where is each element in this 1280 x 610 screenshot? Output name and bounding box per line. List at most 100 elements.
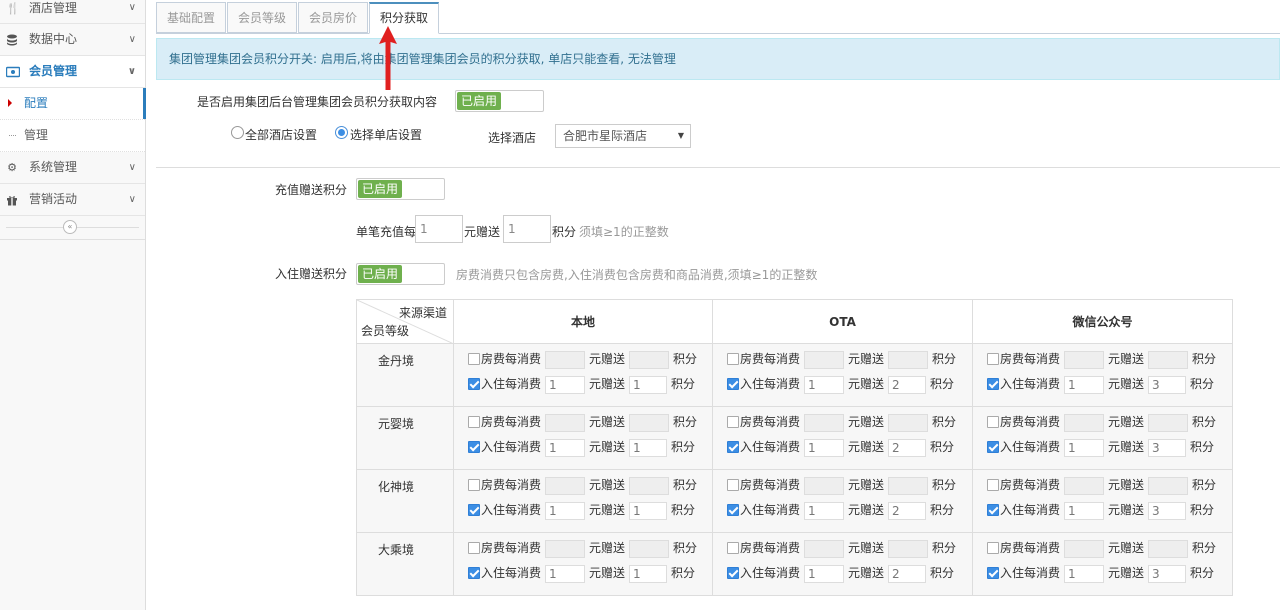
stay-fee-points-input[interactable]: 1: [629, 501, 668, 520]
stay-fee-checkbox[interactable]: [468, 503, 480, 516]
room-fee-checkbox[interactable]: [727, 415, 739, 428]
room-fee-label: 房费每消费: [481, 352, 542, 366]
tab-member-levels[interactable]: 会员等级: [227, 2, 298, 33]
room-fee-amount-input[interactable]: [545, 350, 586, 369]
mid-label: 元赠送: [1108, 440, 1145, 454]
stay-fee-points-input[interactable]: 2: [888, 438, 927, 457]
room-fee-checkbox[interactable]: [468, 541, 480, 554]
sidebar-item-marketing[interactable]: 营销活动 ∨: [0, 184, 145, 216]
stay-fee-points-input[interactable]: 3: [1148, 501, 1187, 520]
room-fee-amount-input[interactable]: [1064, 476, 1105, 495]
channel-cell-ota: 房费每消费 元赠送 积分 入住每消费 1 元赠送 2 积分: [713, 344, 972, 406]
tab-member-room-rates[interactable]: 会员房价: [298, 2, 369, 33]
room-fee-points-input[interactable]: [888, 350, 929, 369]
radio-single-hotel[interactable]: [335, 126, 348, 139]
stay-fee-amount-input[interactable]: 1: [1064, 564, 1105, 583]
stay-fee-points-input[interactable]: 3: [1148, 375, 1187, 394]
sidebar-subitem-manage[interactable]: 管理: [0, 120, 145, 152]
stay-fee-checkbox[interactable]: [468, 377, 480, 390]
stay-fee-checkbox[interactable]: [987, 440, 999, 453]
room-fee-checkbox[interactable]: [987, 352, 999, 365]
stay-fee-points-input[interactable]: 2: [888, 375, 927, 394]
recharge-toggle[interactable]: 已启用: [356, 178, 445, 200]
stay-fee-checkbox[interactable]: [987, 566, 999, 579]
room-fee-amount-input[interactable]: [545, 476, 586, 495]
recharge-points-input[interactable]: 1: [503, 215, 551, 243]
stay-fee-amount-input[interactable]: 1: [804, 375, 845, 394]
sidebar-item-data-center[interactable]: 数据中心 ∨: [0, 24, 145, 56]
stay-fee-amount-input[interactable]: 1: [804, 501, 845, 520]
double-chevron-left-icon[interactable]: «: [63, 220, 77, 234]
stay-fee-label: 入住每消费: [1000, 377, 1061, 391]
room-fee-label: 房费每消费: [481, 415, 542, 429]
stay-fee-points-input[interactable]: 1: [629, 438, 668, 457]
room-fee-amount-input[interactable]: [545, 539, 586, 558]
room-fee-checkbox[interactable]: [987, 541, 999, 554]
hotel-select[interactable]: 合肥市星际酒店 ▼: [555, 124, 691, 148]
stay-fee-checkbox[interactable]: [987, 503, 999, 516]
room-fee-checkbox[interactable]: [727, 352, 739, 365]
room-fee-amount-input[interactable]: [804, 350, 845, 369]
stay-fee-points-input[interactable]: 1: [629, 564, 668, 583]
room-fee-amount-input[interactable]: [1064, 350, 1105, 369]
radio-single-hotel-label[interactable]: 选择单店设置: [350, 126, 422, 143]
room-fee-checkbox[interactable]: [468, 478, 480, 491]
stay-fee-amount-input[interactable]: 1: [545, 501, 586, 520]
room-fee-amount-input[interactable]: [804, 413, 845, 432]
room-fee-checkbox[interactable]: [468, 415, 480, 428]
stay-fee-amount-input[interactable]: 1: [545, 438, 586, 457]
room-fee-amount-input[interactable]: [1064, 413, 1105, 432]
room-fee-points-input[interactable]: [1148, 539, 1189, 558]
room-fee-points-input[interactable]: [1148, 350, 1189, 369]
room-fee-checkbox[interactable]: [727, 541, 739, 554]
room-fee-amount-input[interactable]: [804, 539, 845, 558]
room-fee-points-input[interactable]: [1148, 413, 1189, 432]
stay-fee-points-input[interactable]: 2: [888, 501, 927, 520]
stay-fee-points-input[interactable]: 2: [888, 564, 927, 583]
room-fee-amount-input[interactable]: [545, 413, 586, 432]
stay-fee-points-input[interactable]: 3: [1148, 564, 1187, 583]
stay-fee-checkbox[interactable]: [727, 440, 739, 453]
stay-fee-amount-input[interactable]: 1: [1064, 438, 1105, 457]
room-fee-points-input[interactable]: [888, 413, 929, 432]
room-fee-amount-input[interactable]: [1064, 539, 1105, 558]
stay-fee-points-input[interactable]: 3: [1148, 438, 1187, 457]
stay-toggle[interactable]: 已启用: [356, 263, 445, 285]
stay-fee-checkbox[interactable]: [727, 566, 739, 579]
mid-label: 元赠送: [589, 541, 626, 555]
stay-fee-amount-input[interactable]: 1: [1064, 375, 1105, 394]
room-fee-checkbox[interactable]: [987, 478, 999, 491]
stay-fee-checkbox[interactable]: [468, 566, 480, 579]
stay-fee-amount-input[interactable]: 1: [545, 375, 586, 394]
room-fee-points-input[interactable]: [888, 539, 929, 558]
room-fee-points-input[interactable]: [629, 476, 670, 495]
sidebar-subitem-config[interactable]: 配置: [0, 88, 146, 120]
room-fee-points-input[interactable]: [629, 539, 670, 558]
sidebar-item-hotel-management[interactable]: 🍴 酒店管理 ∨: [0, 0, 145, 24]
room-fee-points-input[interactable]: [629, 350, 670, 369]
room-fee-points-input[interactable]: [629, 413, 670, 432]
stay-fee-amount-input[interactable]: 1: [1064, 501, 1105, 520]
stay-fee-checkbox[interactable]: [468, 440, 480, 453]
room-fee-checkbox[interactable]: [727, 478, 739, 491]
radio-all-hotels[interactable]: [231, 126, 244, 139]
stay-fee-points-input[interactable]: 1: [629, 375, 668, 394]
room-fee-checkbox[interactable]: [987, 415, 999, 428]
stay-fee-amount-input[interactable]: 1: [804, 438, 845, 457]
recharge-amount-input[interactable]: 1: [415, 215, 463, 243]
room-fee-points-input[interactable]: [888, 476, 929, 495]
group-switch-toggle[interactable]: 已启用: [455, 90, 544, 112]
stay-fee-amount-input[interactable]: 1: [804, 564, 845, 583]
stay-fee-amount-input[interactable]: 1: [545, 564, 586, 583]
radio-all-hotels-label[interactable]: 全部酒店设置: [245, 126, 317, 143]
stay-fee-checkbox[interactable]: [987, 377, 999, 390]
room-fee-points-input[interactable]: [1148, 476, 1189, 495]
stay-fee-checkbox[interactable]: [727, 377, 739, 390]
room-fee-checkbox[interactable]: [468, 352, 480, 365]
sidebar-item-member-management[interactable]: 会员管理 ∨: [0, 56, 145, 88]
tab-basic-config[interactable]: 基础配置: [156, 2, 227, 33]
toggle-on-label: 已启用: [358, 180, 402, 198]
sidebar-item-system-management[interactable]: ⚙ 系统管理 ∨: [0, 152, 145, 184]
room-fee-amount-input[interactable]: [804, 476, 845, 495]
stay-fee-checkbox[interactable]: [727, 503, 739, 516]
